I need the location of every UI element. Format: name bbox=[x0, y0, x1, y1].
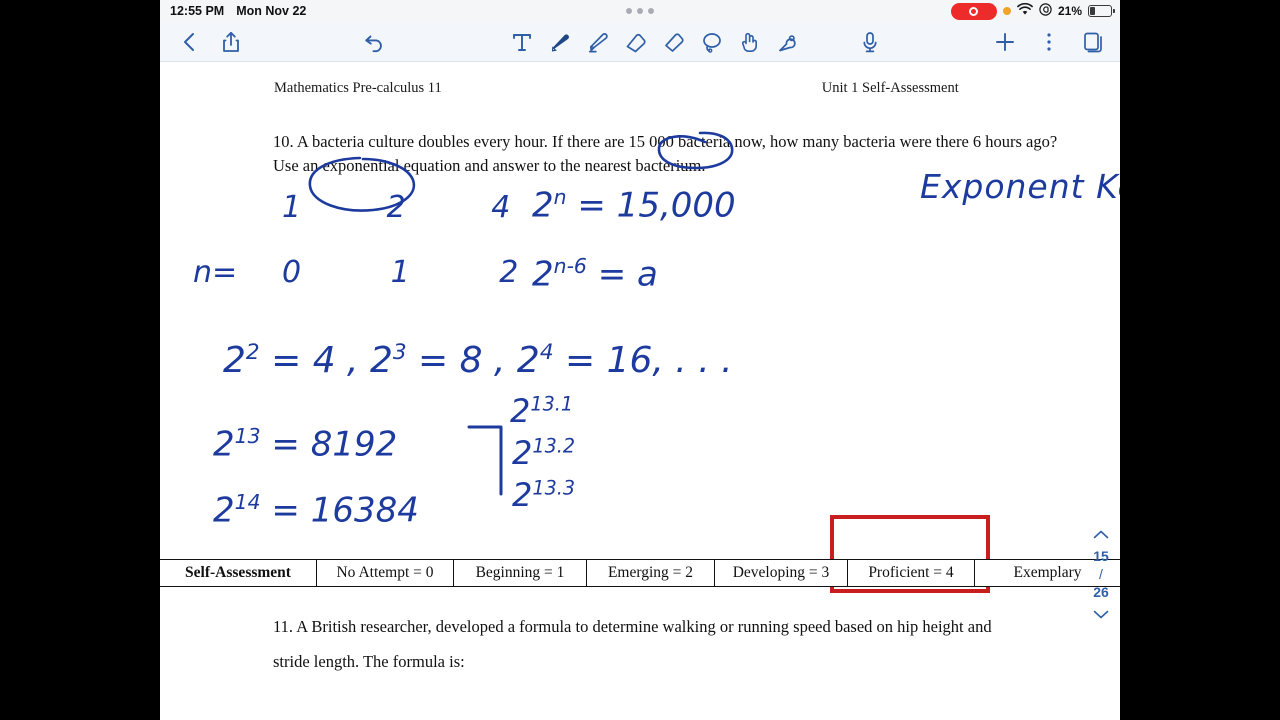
share-icon[interactable] bbox=[214, 25, 248, 59]
app-toolbar bbox=[160, 22, 1120, 62]
question-11-line2: stride length. The formula is: bbox=[273, 651, 465, 671]
assessment-level-4: Proficient = 4 bbox=[848, 560, 975, 586]
assessment-level-3: Developing = 3 bbox=[715, 560, 848, 586]
toolbar-tools-group bbox=[505, 25, 805, 59]
handwritten-n-values: 0 1 2 bbox=[282, 255, 559, 290]
microphone-in-use-dot-icon bbox=[1002, 7, 1011, 15]
document-page[interactable]: Mathematics Pre-calculus 11 Unit 1 Self-… bbox=[160, 62, 1120, 720]
toolbar-left-group bbox=[172, 25, 248, 59]
current-page-number: 15 bbox=[1093, 548, 1109, 564]
hand-pointer-icon[interactable] bbox=[733, 25, 767, 59]
handwritten-powers-line: 22 = 4 , 23 = 8 , 24 = 16, . . . bbox=[223, 340, 733, 381]
battery-icon bbox=[1088, 5, 1115, 17]
page-separator: / bbox=[1099, 566, 1103, 583]
highlighter-icon[interactable] bbox=[581, 25, 615, 59]
letterbox-left bbox=[0, 0, 160, 720]
record-pill-icon[interactable] bbox=[950, 2, 997, 20]
microphone-icon[interactable] bbox=[853, 25, 887, 59]
handwritten-interp-2: 213.2 bbox=[512, 434, 576, 472]
letterbox-right bbox=[1120, 0, 1280, 720]
total-page-count: 26 bbox=[1093, 584, 1109, 601]
page-navigator[interactable]: 15 / 26 bbox=[1084, 522, 1118, 626]
status-bar: 12:55 PM Mon Nov 22 21% bbox=[160, 0, 1120, 22]
three-dot-menu-icon[interactable] bbox=[1032, 25, 1066, 59]
handwritten-n-label: n= bbox=[193, 255, 238, 290]
back-chevron-icon[interactable] bbox=[172, 25, 206, 59]
assessment-label: Self-Assessment bbox=[160, 560, 317, 586]
battery-percent: 21% bbox=[1057, 4, 1082, 18]
handwritten-pow14: 214 = 16384 bbox=[213, 490, 419, 531]
handwritten-equation-main: 2n = 15,000 bbox=[532, 185, 736, 226]
assessment-level-0: No Attempt = 0 bbox=[317, 560, 454, 586]
eraser-icon[interactable] bbox=[619, 25, 653, 59]
status-bar-right: 21% bbox=[950, 2, 1115, 20]
pages-copy-icon[interactable] bbox=[1076, 25, 1110, 59]
location-arrow-icon bbox=[1039, 3, 1052, 19]
pen-icon[interactable] bbox=[543, 25, 577, 59]
assessment-level-2: Emerging = 2 bbox=[587, 560, 715, 586]
assessment-level-1: Beginning = 1 bbox=[454, 560, 587, 586]
multitask-handle-icon[interactable] bbox=[626, 8, 654, 14]
status-date: Mon Nov 22 bbox=[236, 4, 307, 18]
lasso-icon[interactable] bbox=[695, 25, 729, 59]
question-11-line1: 11. A British researcher, developed a fo… bbox=[273, 617, 992, 636]
ipad-screen: 12:55 PM Mon Nov 22 21% Mathematics Pre-… bbox=[160, 0, 1120, 720]
handwritten-interp-3: 213.3 bbox=[512, 476, 576, 514]
plus-icon[interactable] bbox=[988, 25, 1022, 59]
chevron-up-icon[interactable] bbox=[1093, 522, 1109, 546]
handwritten-row-values: 1 2 4 bbox=[282, 190, 549, 225]
undo-arrow-icon[interactable] bbox=[358, 25, 392, 59]
header-unit-title: Unit 1 Self-Assessment bbox=[821, 80, 959, 96]
chevron-down-icon[interactable] bbox=[1093, 602, 1109, 626]
document-header: Mathematics Pre-calculus 11 Unit 1 Self-… bbox=[160, 80, 1120, 97]
handwritten-pow13: 213 = 8192 bbox=[213, 424, 398, 465]
status-time: 12:55 PM bbox=[170, 4, 225, 18]
handwritten-interp-1: 213.1 bbox=[510, 392, 574, 430]
question-11-text: 11. A British researcher, developed a fo… bbox=[273, 610, 1073, 679]
text-T-icon[interactable] bbox=[505, 25, 539, 59]
handwritten-equation-second: 2n-6 = a bbox=[532, 254, 658, 295]
wifi-icon bbox=[1017, 2, 1033, 19]
laser-pointer-icon[interactable] bbox=[771, 25, 805, 59]
header-course-title: Mathematics Pre-calculus 11 bbox=[274, 80, 442, 96]
toolbar-right-group bbox=[988, 25, 1110, 59]
bracket-annotation bbox=[467, 425, 503, 496]
handwritten-title: Exponent Key bbox=[920, 167, 1120, 206]
status-bar-left: 12:55 PM Mon Nov 22 bbox=[170, 4, 306, 18]
self-assessment-scale-row: Self-Assessment No Attempt = 0 Beginning… bbox=[160, 559, 1120, 587]
eraser-2-icon[interactable] bbox=[657, 25, 691, 59]
